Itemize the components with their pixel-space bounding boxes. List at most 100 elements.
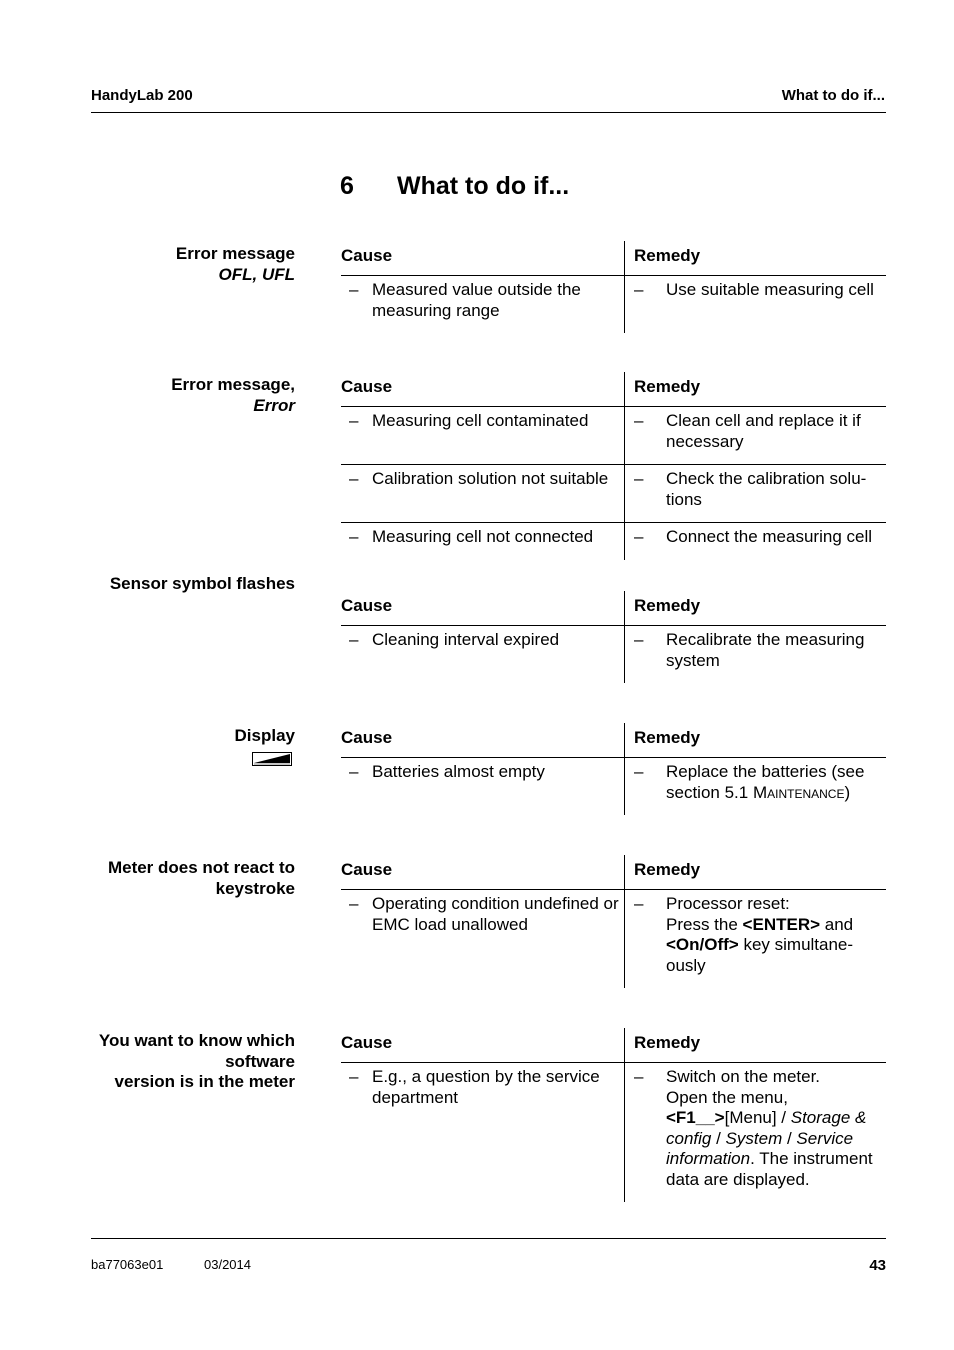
cause-remedy-table: Cause Remedy – E.g., a question by the se… [341,1028,886,1202]
table-row: – Measuring cell contaminated – Clean cell… [341,407,886,465]
header-cause: Cause [341,860,393,879]
dash: – [349,1067,359,1086]
table-header-row: Cause Remedy [341,241,886,276]
remedy-text-part: / [711,1128,726,1148]
section-label: You want to know which software version … [99,1031,295,1093]
label-line: You want to know which [98,1031,295,1050]
label-line: software [225,1051,295,1071]
dash: – [634,762,644,781]
dash: – [349,894,359,913]
section-label: Meter does not react to keystroke [108,858,295,899]
table-row: – Operating condition undefined or EMC lo… [341,890,886,988]
dash: – [634,411,644,430]
label-line: Meter does not react to [107,858,295,877]
section-reference: Maintenance [752,782,845,802]
section-label: Error message OFL, UFL [176,244,295,285]
remedy-text-part: Open the menu, [666,1087,788,1107]
header-remedy: Remedy [624,723,886,757]
remedy-text-part: Switch on the meter. [666,1067,821,1086]
label-line-italic: OFL, UFL [218,264,295,284]
running-header-left: HandyLab 200 [91,87,193,104]
running-header-right: What to do if... [781,87,885,104]
header-cause: Cause [341,596,393,615]
dash: – [634,894,644,913]
cause-text: Measuring cell not connected [372,527,594,546]
dash: – [349,630,359,649]
remedy-text-part: and [820,914,854,934]
dash: – [634,527,644,546]
table-row: – Measuring cell not connected – Connect t… [341,523,886,560]
cause-remedy-table: Cause Remedy – Cleaning interval expired … [341,591,886,683]
remedy-text: Clean cell and replace it if necessary [666,411,861,451]
cause-text: Measuring cell contaminated [372,411,589,430]
remedy-text: Processor reset: Press the <ENTER> and <… [666,894,886,976]
remedy-text: Use suitable measuring cell [666,280,874,299]
header-remedy: Remedy [624,855,886,889]
cause-text: Measured value outside the measuring ran… [372,280,581,320]
header-remedy: Remedy [624,591,886,625]
key-enter: <ENTER> [742,914,821,934]
footer-doc-id: ba77063e01 [91,1257,164,1272]
page-number: 43 [869,1257,886,1274]
table-header-row: Cause Remedy [341,1028,886,1063]
remedy-text: Switch on the meter. Open the menu, <F1_… [666,1067,886,1190]
table-header-row: Cause Remedy [341,723,886,758]
label-line: Display [234,726,295,745]
remedy-text: Connect the measuring cell [666,527,873,546]
dash: – [634,630,644,649]
cause-text: Batteries almost empty [372,762,545,781]
cause-text: Cleaning interval expired [372,630,560,649]
table-row: – Cleaning interval expired – Recalibrate … [341,626,886,683]
dash: – [349,527,359,546]
section-label: Sensor symbol flashes [110,574,295,595]
label-line-italic: Error [253,395,295,415]
section-label: Error message, Error [171,375,295,416]
dash: – [349,469,359,488]
header-cause: Cause [341,728,393,747]
table-header-row: Cause Remedy [341,855,886,890]
remedy-text-part: Press the [666,914,743,934]
header-cause: Cause [341,246,393,265]
key-f1: <F1__> [666,1108,725,1127]
cause-remedy-table: Cause Remedy – Measured value outside the… [341,241,886,333]
table-header-row: Cause Remedy [341,591,886,626]
label-line: Sensor symbol flashes [109,574,295,593]
header-remedy: Remedy [624,1028,886,1062]
chapter-title: What to do if... [397,172,570,200]
footer-rule [91,1238,886,1239]
remedy-text: Replace the batteries (see section 5.1 M… [666,762,886,803]
table-row: – Batteries almost empty – Replace the bat… [341,758,886,815]
dash: – [349,762,359,781]
remedy-text-part: ) [844,782,851,802]
menu-path-item: System [725,1128,783,1148]
dash: – [349,411,359,430]
key-on-off: <On/Off> [666,935,739,954]
battery-low-icon [252,752,292,766]
table-header-row: Cause Remedy [341,372,886,407]
chapter-number: 6 [340,172,354,200]
remedy-text-part: Processor reset: [666,894,790,913]
remedy-text-part: / [782,1128,797,1148]
dash: – [634,469,644,488]
dash: – [349,280,359,299]
header-remedy: Remedy [624,241,886,275]
remedy-text-part: [Menu] / [724,1108,791,1127]
header-cause: Cause [341,377,393,396]
cause-remedy-table: Cause Remedy – Batteries almost empty – Re… [341,723,886,815]
label-line: Error message [175,244,295,263]
footer-date: 03/2014 [204,1257,251,1272]
table-row: – Measured value outside the measuring ra… [341,276,886,333]
cause-remedy-table: Cause Remedy – Operating condition undefi… [341,855,886,988]
table-row: – E.g., a question by the service departm… [341,1063,886,1202]
label-line: keystroke [215,878,295,898]
header-rule [91,112,886,113]
label-line: Error message, [171,375,295,394]
cause-remedy-table: Cause Remedy – Measuring cell contaminate… [341,372,886,560]
label-line: version is in the meter [114,1072,295,1091]
cause-text: Operating condition undefined or EMC loa… [372,894,619,934]
remedy-text: Check the calibration solu-tions [666,469,867,509]
table-row: – Calibration solution not suitable – Chec… [341,465,886,523]
header-cause: Cause [341,1033,393,1052]
dash: – [634,280,644,299]
header-remedy: Remedy [624,372,886,406]
